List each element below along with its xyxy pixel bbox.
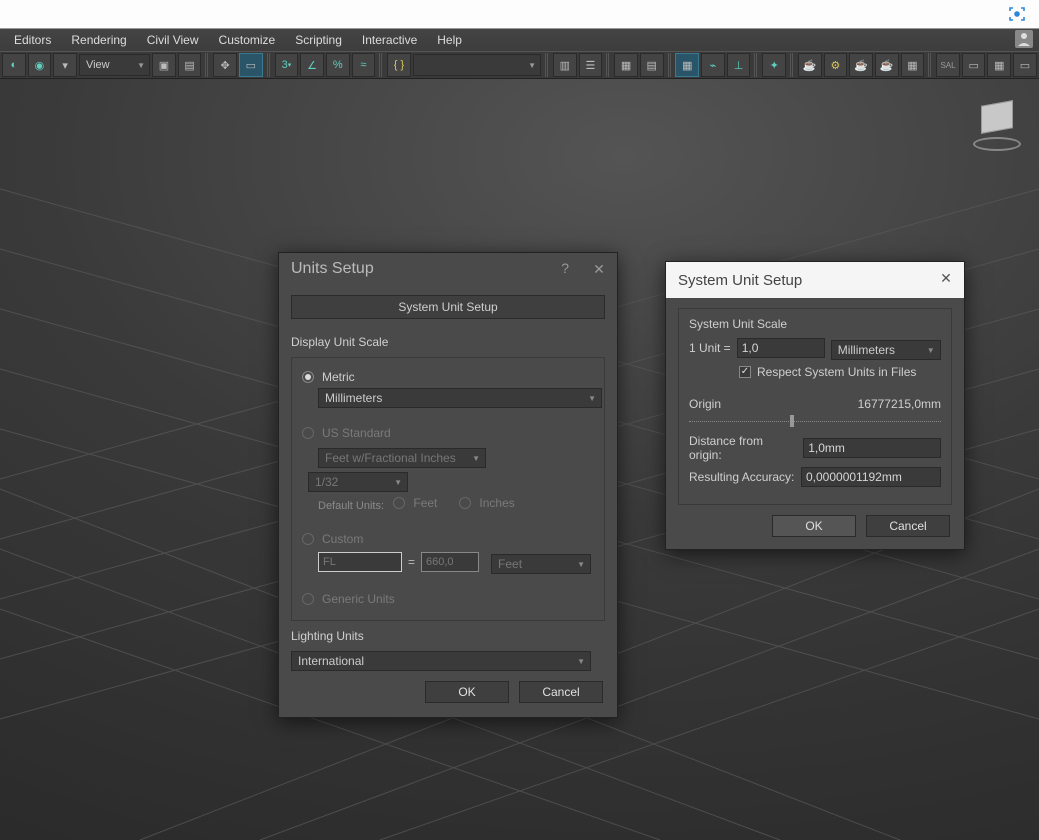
resulting-accuracy-value: 0,0000001192mm [801, 467, 941, 487]
us-fraction-select[interactable]: 1/32▼ [308, 472, 408, 492]
metric-unit-select[interactable]: Millimeters▼ [318, 388, 602, 408]
default-units-label: Default Units: [318, 500, 384, 512]
custom-label: Custom [322, 532, 363, 546]
brackets-icon[interactable]: { } [387, 53, 411, 77]
one-unit-select[interactable]: Millimeters▼ [831, 340, 941, 360]
units-setup-dialog: Units Setup ? ✕ System Unit Setup Displa… [278, 252, 618, 718]
origin-slider[interactable] [689, 416, 941, 426]
system-unit-scale-frame: System Unit Scale 1 Unit = 1,0 Millimete… [678, 308, 952, 505]
cancel-button[interactable]: Cancel [519, 681, 603, 703]
menu-item[interactable]: Interactive [352, 31, 427, 49]
metric-radio[interactable] [302, 371, 314, 383]
generic-units-label: Generic Units [322, 592, 395, 606]
select-icon[interactable]: ▭ [239, 53, 263, 77]
inches-radio[interactable] [459, 497, 471, 509]
move-icon[interactable]: ✥ [213, 53, 237, 77]
menu-item[interactable]: Editors [4, 31, 61, 49]
feet-label: Feet [413, 496, 437, 510]
app-titlebar [0, 0, 1039, 29]
dialog-title: System Unit Setup [678, 272, 802, 289]
system-unit-setup-dialog: System Unit Setup ✕ System Unit Scale 1 … [665, 261, 965, 550]
toolbar-icon[interactable]: ▭ [1013, 53, 1037, 77]
toolbar-icon[interactable]: ◉ [28, 53, 52, 77]
resulting-accuracy-label: Resulting Accuracy: [689, 470, 794, 484]
us-standard-radio[interactable] [302, 427, 314, 439]
metric-label: Metric [322, 370, 355, 384]
toolbar-icon[interactable]: 3▾ [275, 53, 299, 77]
toolbar-icon[interactable]: ▦ [987, 53, 1011, 77]
toolbar-icon[interactable]: ▾ [53, 53, 77, 77]
main-toolbar: ◐ ◉ ▾ View▼ ▣ ▤ ✥ ▭ 3▾ ∠ % ≈ { } ▼ ▥ ☰ ▦… [0, 51, 1039, 79]
help-icon[interactable]: ? [561, 260, 569, 276]
generic-units-radio[interactable] [302, 593, 314, 605]
us-standard-label: US Standard [322, 426, 391, 440]
system-unit-scale-label: System Unit Scale [689, 317, 941, 331]
toolbar-icon[interactable]: ☰ [579, 53, 603, 77]
us-format-select[interactable]: Feet w/Fractional Inches▼ [318, 448, 486, 468]
menu-item[interactable]: Rendering [61, 31, 136, 49]
respect-label: Respect System Units in Files [757, 365, 916, 379]
dialog-titlebar[interactable]: Units Setup ? ✕ [279, 253, 617, 285]
origin-label: Origin [689, 397, 721, 411]
system-unit-setup-button[interactable]: System Unit Setup [291, 295, 605, 319]
equals-label: = [408, 555, 415, 569]
toolbar-icon[interactable]: ▣ [152, 53, 176, 77]
one-unit-input[interactable]: 1,0 [737, 338, 825, 358]
origin-value: 16777215,0mm [858, 397, 941, 411]
menu-item[interactable]: Scripting [285, 31, 352, 49]
render-icon[interactable]: ☕ [798, 53, 822, 77]
snap-angle-icon[interactable]: ∠ [300, 53, 324, 77]
lighting-units-select[interactable]: International▼ [291, 651, 591, 671]
dialog-title: Units Setup [291, 260, 374, 278]
menu-item[interactable]: Help [427, 31, 472, 49]
inches-label: Inches [479, 496, 514, 510]
toolbar-icon[interactable]: ✦ [762, 53, 786, 77]
menu-item[interactable]: Customize [209, 31, 286, 49]
toolbar-icon[interactable]: ≈ [352, 53, 376, 77]
teapot-icon[interactable]: ☕ [849, 53, 873, 77]
toolbar-icon[interactable]: ▥ [553, 53, 577, 77]
display-unit-scale-group: Metric Millimeters▼ US Standard Feet w/F… [291, 357, 605, 621]
toolbar-icon[interactable]: ▤ [178, 53, 202, 77]
snap-percent-icon[interactable]: % [326, 53, 350, 77]
lighting-units-label: Lighting Units [291, 629, 605, 643]
teapot-icon[interactable]: ☕ [875, 53, 899, 77]
toolbar-icon[interactable]: ▤ [640, 53, 664, 77]
distance-from-origin-label: Distance from origin: [689, 434, 797, 462]
toolbar-icon[interactable]: ⌁ [701, 53, 725, 77]
toolbar-icon[interactable]: ▦ [675, 53, 699, 77]
display-unit-scale-label: Display Unit Scale [291, 335, 605, 349]
capture-icon[interactable] [1007, 4, 1027, 24]
one-unit-label: 1 Unit = [689, 341, 731, 355]
user-account-icon[interactable] [1015, 30, 1033, 48]
menu-item[interactable]: Civil View [137, 31, 209, 49]
distance-from-origin-input[interactable]: 1,0mm [803, 438, 941, 458]
view-selector[interactable]: View▼ [79, 54, 150, 76]
dialog-titlebar[interactable]: System Unit Setup ✕ [666, 262, 964, 298]
close-icon[interactable]: ✕ [938, 270, 954, 286]
ok-button[interactable]: OK [772, 515, 856, 537]
close-icon[interactable]: ✕ [591, 261, 607, 277]
custom-unit-select[interactable]: Feet▼ [491, 554, 591, 574]
custom-right-input[interactable]: 660,0 [421, 552, 479, 572]
toolbar-icon[interactable]: ▭ [962, 53, 986, 77]
named-selection[interactable]: ▼ [413, 54, 541, 76]
feet-radio[interactable] [393, 497, 405, 509]
sal-icon[interactable]: SAL [936, 53, 960, 77]
custom-left-input[interactable]: FL [318, 552, 402, 572]
main-menu-bar: Editors Rendering Civil View Customize S… [0, 29, 1039, 51]
toolbar-icon[interactable]: ⊥ [727, 53, 751, 77]
toolbar-icon[interactable]: ▦ [614, 53, 638, 77]
cancel-button[interactable]: Cancel [866, 515, 950, 537]
render-setup-icon[interactable]: ⚙ [824, 53, 848, 77]
toolbar-icon[interactable]: ◐ [2, 53, 26, 77]
ok-button[interactable]: OK [425, 681, 509, 703]
toolbar-icon[interactable]: ▦ [901, 53, 925, 77]
respect-checkbox[interactable] [739, 366, 751, 378]
viewcube[interactable] [973, 99, 1021, 147]
custom-radio[interactable] [302, 533, 314, 545]
